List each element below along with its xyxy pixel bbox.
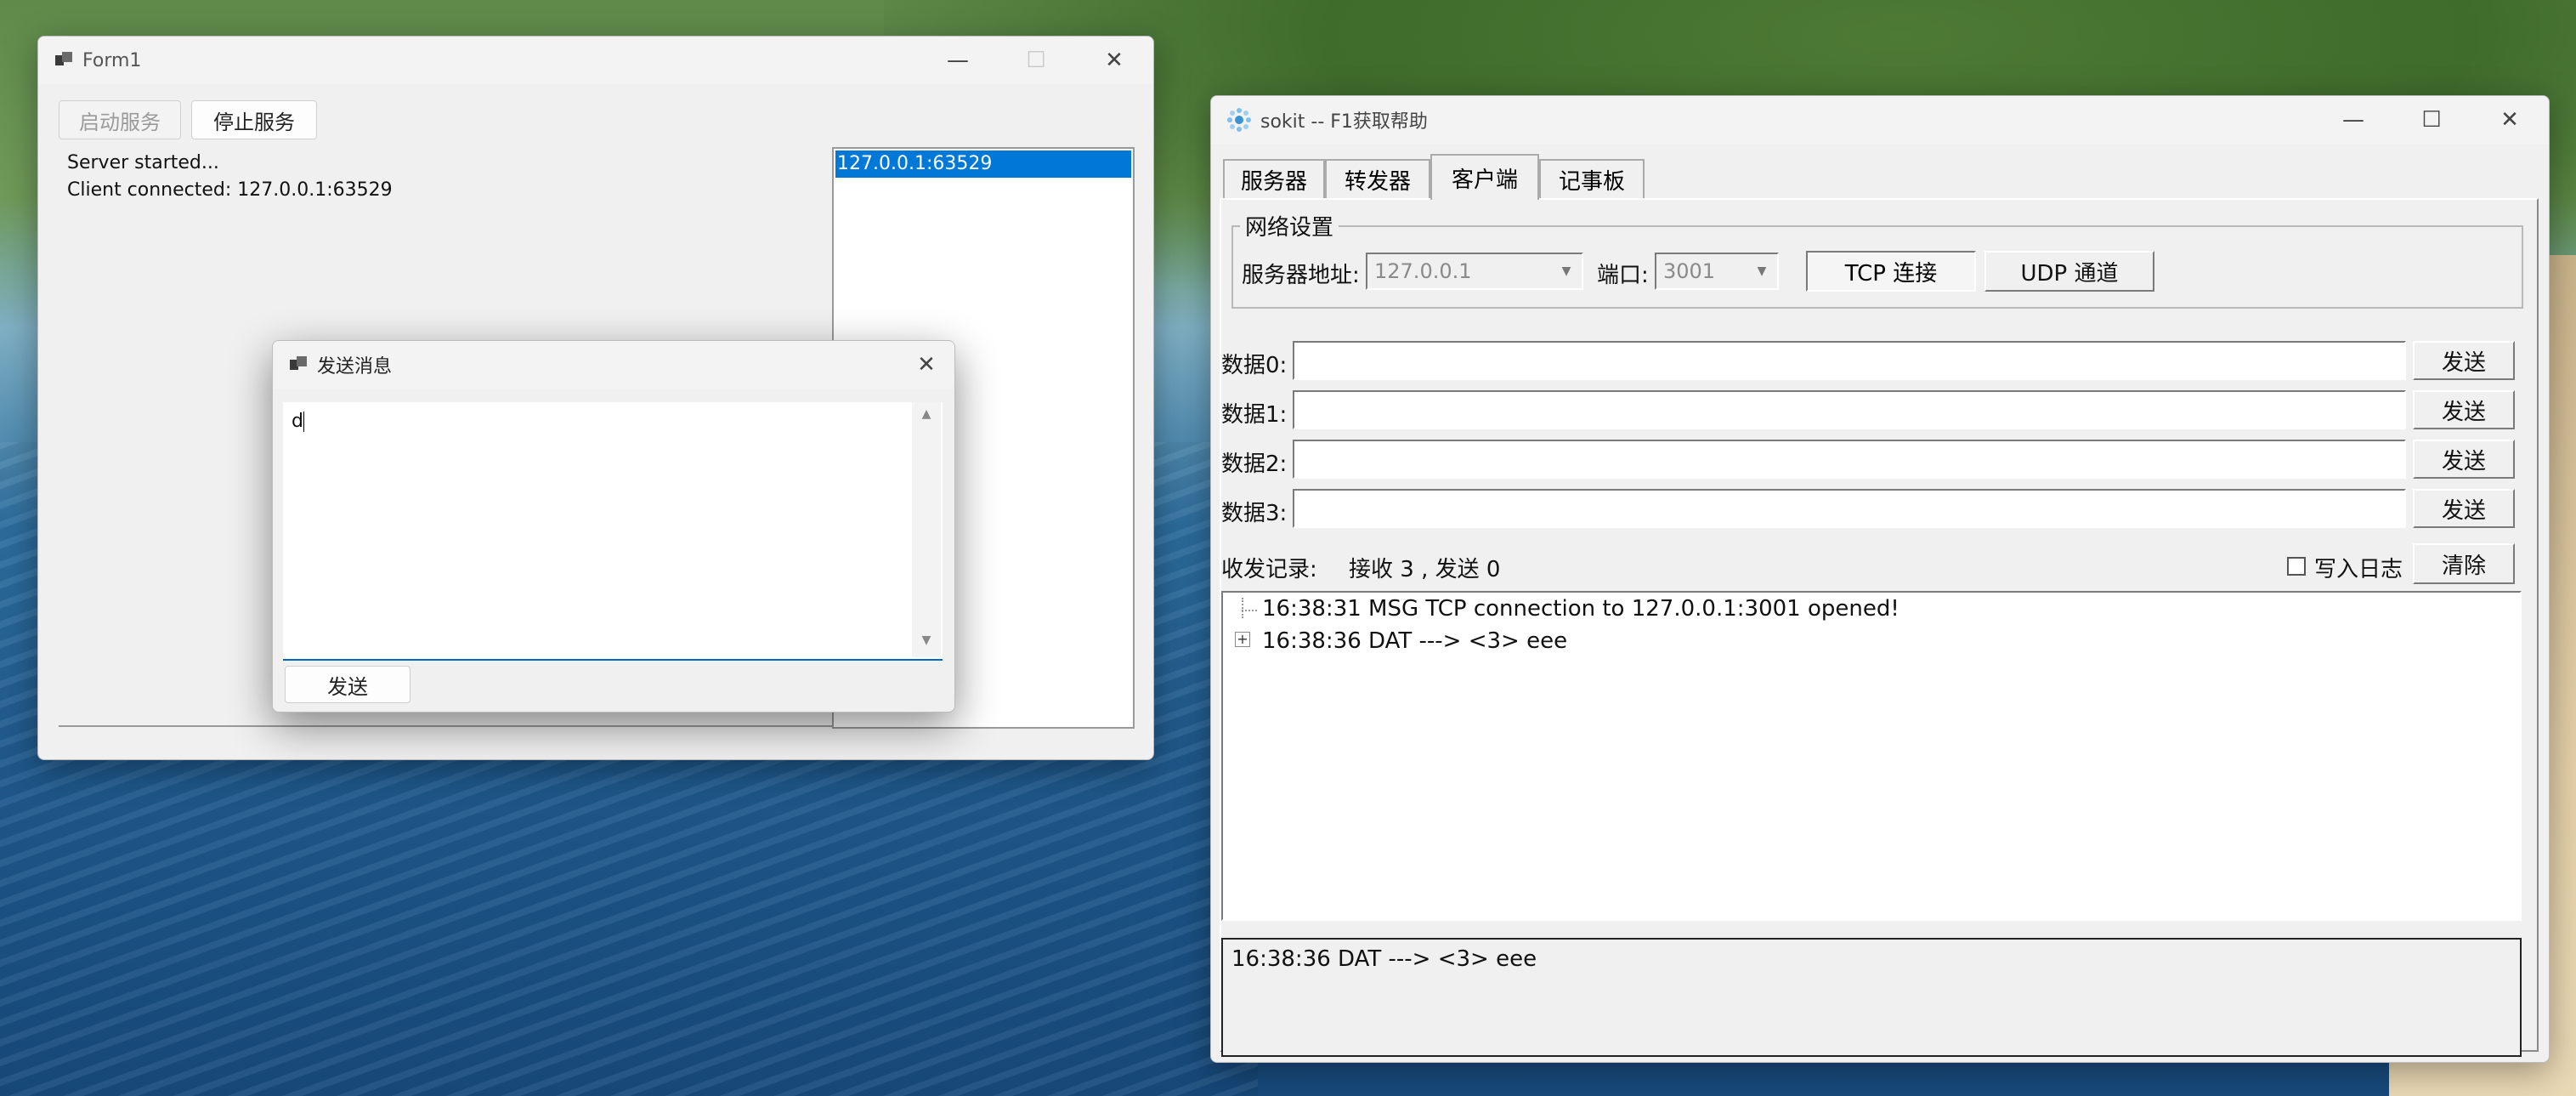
tab-server[interactable]: 服务器 bbox=[1223, 159, 1325, 198]
message-scrollbar[interactable]: ▲ ▼ bbox=[912, 402, 941, 657]
sokit-title: sokit -- F1获取帮助 bbox=[1260, 111, 1428, 133]
close-icon[interactable]: ✕ bbox=[898, 341, 954, 389]
sokit-window: sokit -- F1获取帮助 — ☐ ✕ 服务器 转发器 客户端 记事板 网络… bbox=[1210, 95, 2550, 1063]
form1-title: Form1 bbox=[82, 49, 142, 71]
detail-textbox[interactable]: 16:38:36 DAT ---> <3> eee bbox=[1221, 938, 2522, 1057]
server-address-label: 服务器地址: bbox=[1242, 263, 1360, 288]
tree-item[interactable]: 16:38:31 MSG TCP connection to 127.0.0.1… bbox=[1262, 596, 1899, 622]
data3-input[interactable] bbox=[1293, 489, 2406, 528]
tab-client[interactable]: 客户端 bbox=[1430, 154, 1539, 200]
log-line: Server started... bbox=[67, 152, 219, 173]
record-label: 收发记录: bbox=[1221, 557, 1317, 582]
scroll-up-icon[interactable]: ▲ bbox=[912, 407, 941, 421]
data-label: 数据3: bbox=[1221, 501, 1288, 526]
tab-forwarder[interactable]: 转发器 bbox=[1325, 159, 1430, 198]
minimize-icon[interactable]: — bbox=[919, 37, 997, 84]
app-window-icon bbox=[54, 50, 74, 71]
client-tab-panel: 网络设置 服务器地址: 127.0.0.1 ▼ 端口: 3001 ▼ TCP 连… bbox=[1220, 198, 2539, 1057]
write-log-label[interactable]: 写入日志 bbox=[2314, 552, 2403, 583]
maximize-icon[interactable]: ☐ bbox=[2392, 96, 2471, 144]
data-label: 数据0: bbox=[1221, 353, 1288, 378]
sokit-gear-icon bbox=[1226, 107, 1252, 133]
form1-titlebar[interactable]: Form1 — ☐ ✕ bbox=[38, 37, 1153, 84]
expand-plus-icon[interactable]: + bbox=[1235, 632, 1250, 647]
send-message-dialog: 发送消息 ✕ d ▲ ▼ 发送 bbox=[272, 340, 955, 713]
data2-input[interactable] bbox=[1293, 440, 2406, 479]
app-window-icon bbox=[288, 355, 309, 375]
message-text: d bbox=[292, 411, 304, 432]
log-line: Client connected: 127.0.0.1:63529 bbox=[67, 179, 393, 201]
close-icon[interactable]: ✕ bbox=[1075, 37, 1153, 84]
tree-connector bbox=[1242, 598, 1245, 618]
record-tree[interactable]: 16:38:31 MSG TCP connection to 127.0.0.1… bbox=[1221, 591, 2522, 921]
tree-item[interactable]: 16:38:36 DAT ---> <3> eee bbox=[1262, 628, 1567, 654]
tree-connector bbox=[1242, 610, 1257, 613]
data1-input[interactable] bbox=[1293, 390, 2406, 429]
scroll-down-icon[interactable]: ▼ bbox=[912, 633, 941, 647]
start-service-button[interactable]: 启动服务 bbox=[59, 100, 181, 139]
maximize-icon[interactable]: ☐ bbox=[997, 37, 1075, 84]
tcp-connect-button[interactable]: TCP 连接 bbox=[1806, 251, 1976, 292]
record-stats: 接收 3 , 发送 0 bbox=[1349, 557, 1501, 582]
close-icon[interactable]: ✕ bbox=[2471, 96, 2549, 144]
message-textbox[interactable]: d ▲ ▼ bbox=[283, 402, 943, 661]
chevron-down-icon[interactable]: ▼ bbox=[1554, 258, 1578, 285]
data-label: 数据2: bbox=[1221, 451, 1288, 477]
minimize-icon[interactable]: — bbox=[2314, 96, 2392, 144]
detail-text: 16:38:36 DAT ---> <3> eee bbox=[1231, 946, 1537, 972]
client-list-item[interactable]: 127.0.0.1:63529 bbox=[835, 150, 1131, 178]
dialog-title: 发送消息 bbox=[317, 356, 393, 378]
sokit-titlebar[interactable]: sokit -- F1获取帮助 — ☐ ✕ bbox=[1211, 96, 2549, 144]
data0-input[interactable] bbox=[1293, 341, 2406, 380]
server-address-combo[interactable]: 127.0.0.1 ▼ bbox=[1366, 253, 1583, 290]
send-data1-button[interactable]: 发送 bbox=[2413, 390, 2515, 429]
write-log-checkbox[interactable] bbox=[2287, 557, 2306, 576]
port-combo[interactable]: 3001 ▼ bbox=[1655, 253, 1779, 290]
send-data3-button[interactable]: 发送 bbox=[2413, 489, 2515, 528]
port-label: 端口: bbox=[1597, 263, 1649, 288]
stop-service-button[interactable]: 停止服务 bbox=[191, 100, 317, 139]
udp-channel-button[interactable]: UDP 通道 bbox=[1984, 251, 2154, 292]
network-settings-title: 网络设置 bbox=[1240, 210, 1339, 241]
send-data2-button[interactable]: 发送 bbox=[2413, 440, 2515, 479]
send-button[interactable]: 发送 bbox=[285, 666, 410, 703]
dialog-titlebar[interactable]: 发送消息 ✕ bbox=[273, 341, 954, 389]
chevron-down-icon[interactable]: ▼ bbox=[1750, 258, 1774, 285]
clear-button[interactable]: 清除 bbox=[2413, 543, 2515, 584]
tab-notepad[interactable]: 记事板 bbox=[1539, 159, 1645, 198]
send-data0-button[interactable]: 发送 bbox=[2413, 341, 2515, 380]
data-label: 数据1: bbox=[1221, 402, 1288, 428]
